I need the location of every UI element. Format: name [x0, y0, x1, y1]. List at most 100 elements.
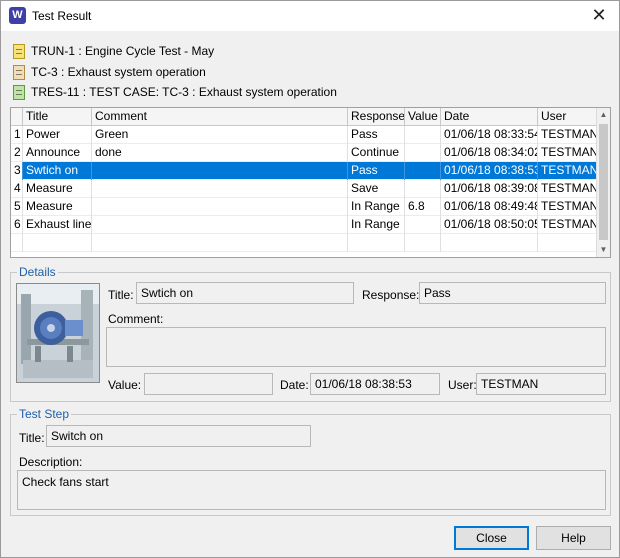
- cell-date: 01/06/18 08:50:05: [441, 216, 538, 234]
- cell-user: TESTMAN: [538, 162, 597, 180]
- cell-response: In Range: [348, 216, 405, 234]
- details-date-field[interactable]: 01/06/18 08:38:53: [310, 373, 440, 395]
- details-user-field[interactable]: TESTMAN: [476, 373, 606, 395]
- cell-value: [405, 162, 441, 180]
- table-row[interactable]: 1 Power Green Pass 01/06/18 08:33:54 TES…: [11, 126, 597, 144]
- column-header-user[interactable]: User: [538, 108, 597, 126]
- cell-comment: [92, 234, 348, 252]
- table-row[interactable]: 4 Measure Save 01/06/18 08:39:08 TESTMAN: [11, 180, 597, 198]
- cell-date: 01/06/18 08:39:08: [441, 180, 538, 198]
- document-tan-icon: [13, 64, 25, 80]
- table-row[interactable]: 2 Announce done Continue 01/06/18 08:34:…: [11, 144, 597, 162]
- cell-comment: [92, 198, 348, 216]
- cell-date: 01/06/18 08:33:54: [441, 126, 538, 144]
- cell-user: [538, 234, 597, 252]
- cell-title: Measure: [23, 180, 92, 198]
- row-number: 4: [11, 180, 23, 198]
- scroll-up-icon[interactable]: ▲: [597, 108, 610, 122]
- cell-comment: Green: [92, 126, 348, 144]
- table-row-selected[interactable]: 3 Swtich on Pass 01/06/18 08:38:53 TESTM…: [11, 162, 597, 180]
- table-row[interactable]: 6 Exhaust line In Range 01/06/18 08:50:0…: [11, 216, 597, 234]
- close-window-icon[interactable]: ✕: [589, 6, 609, 26]
- cell-response: [348, 234, 405, 252]
- grid-rows: 1 Power Green Pass 01/06/18 08:33:54 TES…: [11, 126, 597, 252]
- details-comment-field[interactable]: [106, 327, 606, 367]
- table-row-empty[interactable]: [11, 234, 597, 252]
- column-header-value[interactable]: Value: [405, 108, 441, 126]
- column-header-comment[interactable]: Comment: [92, 108, 348, 126]
- cell-comment: [92, 162, 348, 180]
- column-header-title[interactable]: Title: [23, 108, 92, 126]
- app-logo-icon: W: [9, 7, 26, 24]
- details-group-label: Details: [17, 265, 58, 279]
- cell-value: [405, 126, 441, 144]
- table-row[interactable]: 5 Measure In Range 6.8 01/06/18 08:49:48…: [11, 198, 597, 216]
- row-number: [11, 234, 23, 252]
- row-number: 1: [11, 126, 23, 144]
- column-header-response[interactable]: Response: [348, 108, 405, 126]
- document-green-icon: [13, 84, 25, 100]
- grid-vertical-scrollbar[interactable]: ▲ ▼: [596, 108, 610, 257]
- cell-response: Save: [348, 180, 405, 198]
- cell-date: 01/06/18 08:49:48: [441, 198, 538, 216]
- details-comment-label: Comment:: [108, 312, 164, 326]
- cell-comment: done: [92, 144, 348, 162]
- cell-user: TESTMAN: [538, 198, 597, 216]
- cell-title: [23, 234, 92, 252]
- test-step-group-label: Test Step: [17, 407, 72, 421]
- test-step-title-label: Title:: [19, 431, 45, 445]
- row-number: 2: [11, 144, 23, 162]
- cell-title: Swtich on: [23, 162, 92, 180]
- cell-response: Continue: [348, 144, 405, 162]
- details-value-field[interactable]: [144, 373, 273, 395]
- details-response-label: Response:: [362, 288, 420, 302]
- cell-value: [405, 234, 441, 252]
- cell-value: [405, 180, 441, 198]
- title-bar[interactable]: W Test Result ✕: [1, 1, 619, 31]
- details-user-label: User:: [448, 378, 477, 392]
- test-step-description-label: Description:: [19, 455, 83, 469]
- scroll-down-icon[interactable]: ▼: [597, 243, 610, 257]
- breadcrumb-test-case[interactable]: TC-3 : Exhaust system operation: [13, 63, 206, 81]
- cell-value: [405, 144, 441, 162]
- step-photo: [16, 283, 100, 383]
- breadcrumb-test-result-label: TRES-11 : TEST CASE: TC-3 : Exhaust syst…: [31, 85, 337, 99]
- cell-title: Measure: [23, 198, 92, 216]
- details-title-label: Title:: [108, 288, 134, 302]
- cell-date: 01/06/18 08:38:53: [441, 162, 538, 180]
- cell-title: Exhaust line: [23, 216, 92, 234]
- details-date-label: Date:: [280, 378, 309, 392]
- scrollbar-thumb[interactable]: [599, 124, 608, 240]
- results-grid[interactable]: Title Comment Response Value Date User 1…: [10, 107, 611, 258]
- test-result-dialog: W Test Result ✕ TRUN-1 : Engine Cycle Te…: [0, 0, 620, 558]
- test-step-description-field[interactable]: Check fans start: [17, 470, 606, 510]
- cell-comment: [92, 216, 348, 234]
- breadcrumb-test-run-label: TRUN-1 : Engine Cycle Test - May: [31, 44, 215, 58]
- cell-user: TESTMAN: [538, 126, 597, 144]
- breadcrumb-test-run[interactable]: TRUN-1 : Engine Cycle Test - May: [13, 42, 214, 60]
- cell-user: TESTMAN: [538, 216, 597, 234]
- cell-user: TESTMAN: [538, 144, 597, 162]
- column-header-date[interactable]: Date: [441, 108, 538, 126]
- cell-value: 6.8: [405, 198, 441, 216]
- row-number: 6: [11, 216, 23, 234]
- breadcrumb-test-case-label: TC-3 : Exhaust system operation: [31, 65, 206, 79]
- help-button[interactable]: Help: [536, 526, 611, 550]
- window-title: Test Result: [32, 9, 92, 23]
- cell-user: TESTMAN: [538, 180, 597, 198]
- cell-comment: [92, 180, 348, 198]
- breadcrumb-test-result[interactable]: TRES-11 : TEST CASE: TC-3 : Exhaust syst…: [13, 83, 337, 101]
- cell-response: Pass: [348, 126, 405, 144]
- column-header-num[interactable]: [11, 108, 23, 126]
- document-yellow-icon: [13, 43, 25, 59]
- cell-date: 01/06/18 08:34:02: [441, 144, 538, 162]
- grid-header: Title Comment Response Value Date User: [11, 108, 597, 126]
- cell-response: In Range: [348, 198, 405, 216]
- cell-value: [405, 216, 441, 234]
- test-step-title-field[interactable]: Switch on: [46, 425, 311, 447]
- close-button[interactable]: Close: [454, 526, 529, 550]
- details-title-field[interactable]: Swtich on: [136, 282, 354, 304]
- engine-photo-image: [17, 284, 99, 382]
- row-number: 3: [11, 162, 23, 180]
- details-response-field[interactable]: Pass: [419, 282, 606, 304]
